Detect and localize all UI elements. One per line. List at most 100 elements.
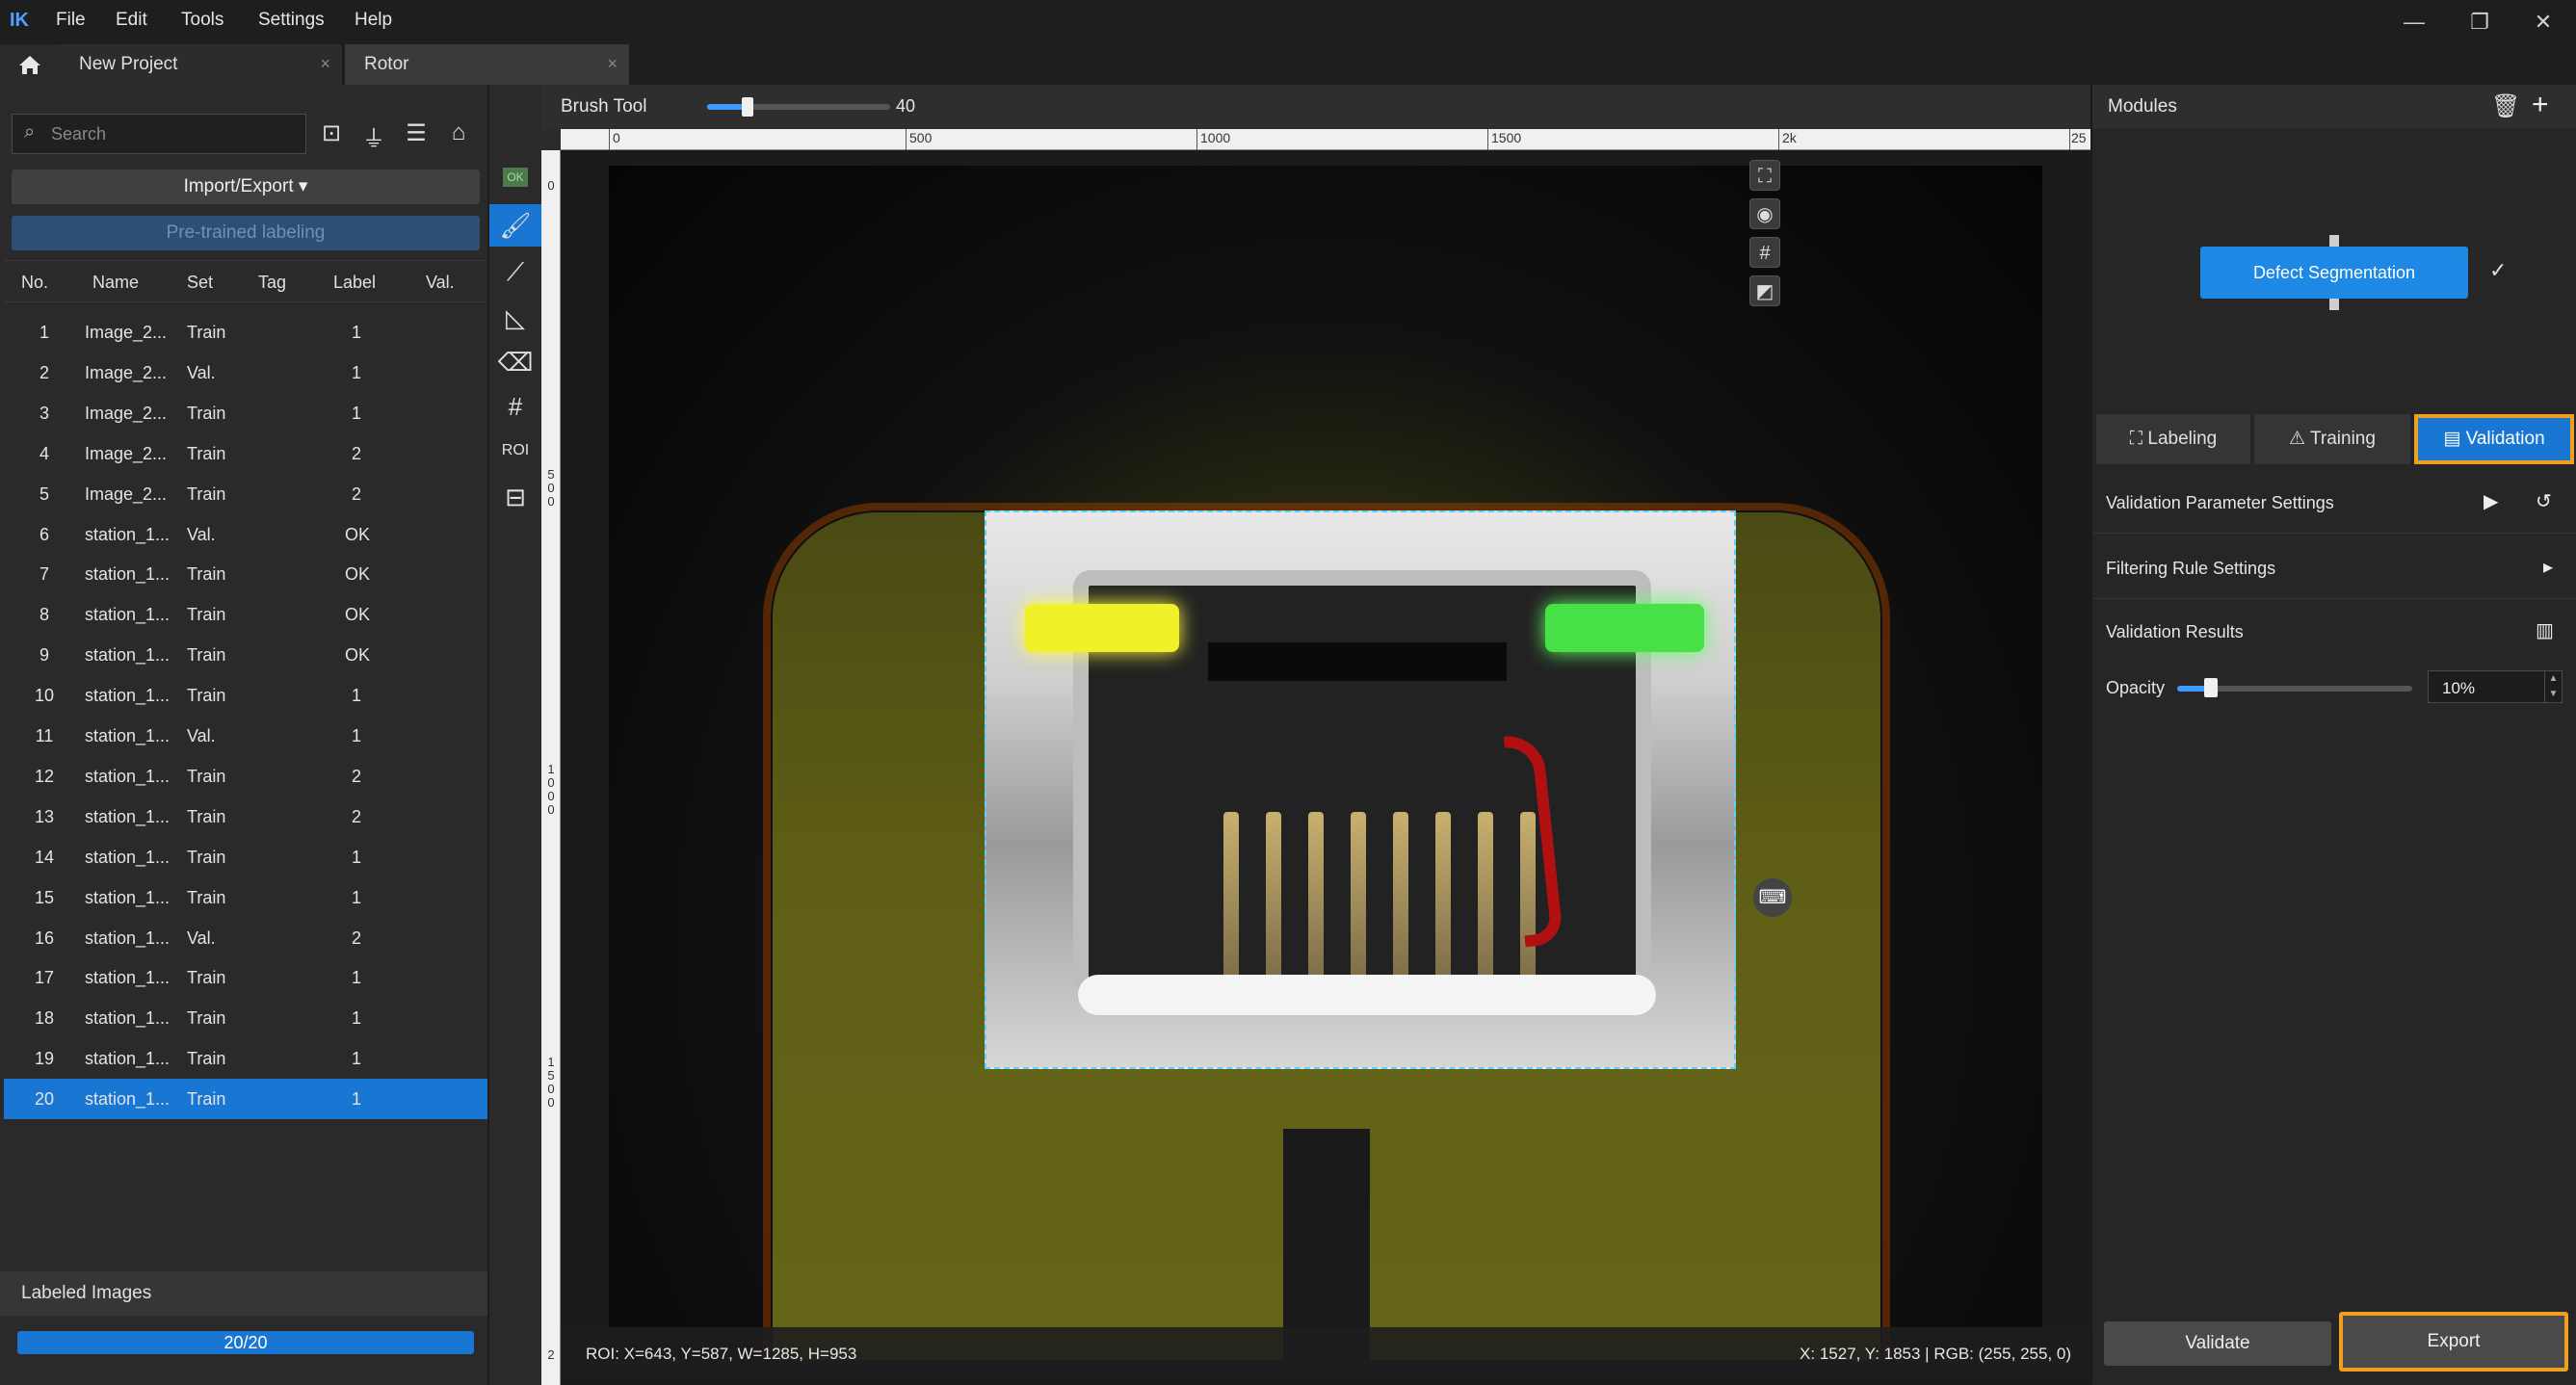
opacity-input[interactable]: 10% ▲ ▼ bbox=[2428, 670, 2563, 703]
opacity-value: 10% bbox=[2442, 679, 2476, 697]
col-tag[interactable]: Tag bbox=[258, 273, 286, 293]
opacity-slider-thumb[interactable] bbox=[2204, 678, 2218, 697]
display-mode-icon[interactable]: ⌂ bbox=[441, 119, 476, 150]
table-row[interactable]: 2 Image_2... Val. 1 bbox=[4, 353, 487, 393]
col-set[interactable]: Set bbox=[187, 273, 213, 293]
filtering-rule-settings[interactable]: Filtering Rule Settings ▸ bbox=[2092, 539, 2576, 599]
tab-new-project[interactable]: New Project × bbox=[60, 44, 343, 85]
table-row[interactable]: 4 Image_2... Train 2 bbox=[4, 433, 487, 474]
labeled-images-label: Labeled Images bbox=[21, 1283, 152, 1303]
col-val[interactable]: Val. bbox=[426, 273, 455, 293]
close-icon[interactable]: ✕ bbox=[2524, 8, 2563, 37]
reset-icon[interactable]: ↺ bbox=[2536, 489, 2552, 513]
table-row[interactable]: 19 station_1... Train 1 bbox=[4, 1038, 487, 1079]
keyboard-icon[interactable]: ⌨ bbox=[1753, 878, 1792, 917]
validate-button[interactable]: Validate bbox=[2104, 1321, 2331, 1366]
table-row[interactable]: 15 station_1... Train 1 bbox=[4, 877, 487, 918]
menu-tools[interactable]: Tools bbox=[181, 10, 223, 31]
fit-view-icon[interactable]: ⛶ bbox=[1749, 160, 1780, 191]
cell-label: OK bbox=[345, 564, 371, 585]
minimize-icon[interactable]: — bbox=[2395, 8, 2433, 37]
brush-tool-icon[interactable]: 🖌 bbox=[489, 204, 541, 247]
add-module-icon[interactable]: + bbox=[2532, 89, 2549, 121]
menu-edit[interactable]: Edit bbox=[116, 10, 147, 31]
inspection-image[interactable]: ⌨ bbox=[609, 166, 2042, 1360]
roi-box[interactable] bbox=[985, 510, 1736, 1069]
table-row[interactable]: 20 station_1... Train 1 bbox=[4, 1079, 487, 1120]
list-view-icon[interactable]: ☰ bbox=[399, 119, 434, 150]
mask-tool-icon[interactable]: ⊟ bbox=[489, 476, 541, 518]
table-row[interactable]: 16 station_1... Val. 2 bbox=[4, 918, 487, 958]
restore-icon[interactable]: ❐ bbox=[2460, 8, 2499, 37]
import-export-button[interactable]: Import/Export ▾ bbox=[12, 170, 480, 204]
brush-slider-thumb[interactable] bbox=[742, 97, 753, 117]
cell-label: 2 bbox=[351, 483, 361, 504]
table-row[interactable]: 18 station_1... Train 1 bbox=[4, 998, 487, 1038]
cell-name: station_1... bbox=[85, 605, 171, 625]
image-settings-icon[interactable]: ⊡ bbox=[314, 119, 349, 150]
defect-segmentation-node[interactable]: Defect Segmentation bbox=[2200, 247, 2468, 299]
tab-training[interactable]: ⚠ Training bbox=[2254, 414, 2410, 464]
cell-name: station_1... bbox=[85, 686, 171, 706]
polygon-tool-icon[interactable]: ◺ bbox=[489, 297, 541, 339]
table-row[interactable]: 8 station_1... Train OK bbox=[4, 594, 487, 635]
cell-label: 1 bbox=[351, 362, 361, 382]
grid-tool-icon[interactable]: # bbox=[489, 385, 541, 428]
search-input[interactable]: ⌕ Search bbox=[12, 114, 306, 154]
table-row[interactable]: 12 station_1... Train 2 bbox=[4, 756, 487, 797]
table-row[interactable]: 11 station_1... Val. 1 bbox=[4, 716, 487, 756]
roi-tool-icon[interactable]: ROI bbox=[489, 430, 541, 472]
filter-icon[interactable]: ⏚ bbox=[356, 119, 391, 152]
table-row[interactable]: 5 Image_2... Train 2 bbox=[4, 474, 487, 514]
tab-labeling[interactable]: ⛶ Labeling bbox=[2096, 414, 2250, 464]
tab-rotor[interactable]: Rotor × bbox=[345, 44, 630, 85]
close-tab-icon[interactable]: × bbox=[607, 54, 618, 74]
chart-icon[interactable]: ▥ bbox=[2536, 618, 2554, 642]
mask-visibility-icon[interactable]: ◩ bbox=[1749, 275, 1780, 306]
validation-parameter-settings[interactable]: Validation Parameter Settings ▶ ↺ bbox=[2092, 474, 2576, 534]
table-row[interactable]: 6 station_1... Val. OK bbox=[4, 514, 487, 555]
menu-help[interactable]: Help bbox=[355, 10, 392, 31]
tab-validation[interactable]: ▤ Validation bbox=[2414, 414, 2574, 464]
table-row[interactable]: 7 station_1... Train OK bbox=[4, 554, 487, 594]
table-row[interactable]: 13 station_1... Train 2 bbox=[4, 797, 487, 837]
pretrained-labeling-button[interactable]: Pre-trained labeling bbox=[12, 216, 480, 250]
export-button[interactable]: Export bbox=[2339, 1312, 2568, 1372]
magic-wand-icon[interactable]: ⟋ bbox=[489, 250, 541, 293]
cell-no: 2 bbox=[39, 362, 49, 382]
validation-results[interactable]: Validation Results ▥ bbox=[2092, 603, 2576, 663]
label-visibility-icon[interactable]: ◉ bbox=[1749, 198, 1780, 229]
eraser-icon[interactable]: ⌫ bbox=[489, 341, 541, 383]
home-tab[interactable] bbox=[0, 44, 60, 85]
module-tabs: ⛶ Labeling ⚠ Training ▤ Validation bbox=[2092, 414, 2576, 464]
menu-file[interactable]: File bbox=[56, 10, 86, 31]
col-no[interactable]: No. bbox=[21, 273, 48, 293]
expand-arrow-icon[interactable]: ▸ bbox=[2543, 555, 2553, 579]
grid-visibility-icon[interactable]: # bbox=[1749, 237, 1780, 268]
ok-badge[interactable]: OK bbox=[503, 168, 528, 187]
section-title: Filtering Rule Settings bbox=[2106, 559, 2276, 578]
table-row[interactable]: 14 station_1... Train 1 bbox=[4, 837, 487, 877]
table-row[interactable]: 3 Image_2... Train 1 bbox=[4, 393, 487, 433]
image-canvas[interactable]: ⌨ ⛶ ◉ # ◩ bbox=[561, 150, 2090, 1385]
table-row[interactable]: 1 Image_2... Train 1 bbox=[4, 312, 487, 353]
validation-icon: ▤ bbox=[2443, 429, 2466, 449]
trash-icon[interactable]: 🗑 bbox=[2491, 92, 2520, 120]
table-row[interactable]: 9 station_1... Train OK bbox=[4, 635, 487, 675]
menu-settings[interactable]: Settings bbox=[258, 10, 325, 31]
close-tab-icon[interactable]: × bbox=[320, 54, 330, 74]
play-icon[interactable]: ▶ bbox=[2484, 489, 2498, 513]
labeling-icon: ⛶ bbox=[2129, 429, 2148, 449]
col-label[interactable]: Label bbox=[333, 273, 376, 293]
col-name[interactable]: Name bbox=[92, 273, 139, 293]
spinner-icon[interactable]: ▲ ▼ bbox=[2544, 671, 2562, 702]
cell-label: 2 bbox=[351, 443, 361, 463]
node-input-port[interactable] bbox=[2329, 235, 2339, 247]
table-row[interactable]: 17 station_1... Train 1 bbox=[4, 957, 487, 998]
cell-name: Image_2... bbox=[85, 403, 168, 423]
labeled-progress-bar: 20/20 bbox=[17, 1331, 474, 1354]
cell-no: 11 bbox=[35, 726, 54, 745]
node-output-port[interactable] bbox=[2329, 299, 2339, 310]
table-row[interactable]: 10 station_1... Train 1 bbox=[4, 675, 487, 716]
cell-name: station_1... bbox=[85, 766, 171, 786]
